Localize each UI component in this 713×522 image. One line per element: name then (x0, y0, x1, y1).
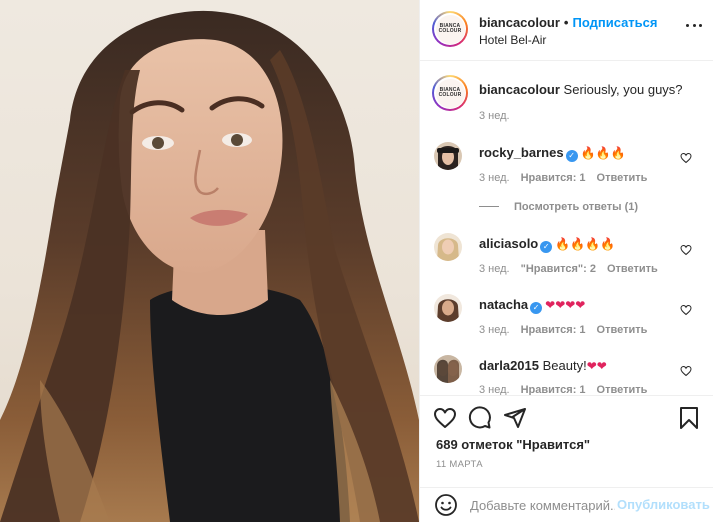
caption-avatar[interactable]: BIANCA COLOUR (432, 75, 468, 111)
commenter-avatar[interactable] (434, 355, 462, 383)
avatar-logo: BIANCA COLOUR (435, 14, 465, 44)
post-location[interactable]: Hotel Bel-Air (479, 33, 546, 47)
more-horizontal-icon[interactable] (686, 22, 702, 28)
comment-like-icon[interactable] (680, 365, 692, 377)
comment-emoji: ❤❤❤❤ (545, 298, 586, 312)
caption-text: biancacolour Seriously, you guys? (479, 82, 683, 97)
comment-item: natacha ✓ ❤❤❤❤ 3 нед. Нравится: 1 Ответить (420, 292, 713, 352)
verified-badge-icon: ✓ (540, 241, 553, 253)
comment-like-icon[interactable] (680, 304, 692, 316)
replies-line (479, 206, 499, 207)
comment-like-icon[interactable] (680, 152, 692, 164)
post-header: BIANCA COLOUR biancacolour • Подписаться H… (420, 0, 713, 61)
avatar-logo: BIANCA COLOUR (435, 78, 465, 108)
comment-meta: 3 нед. Нравится: 1 Ответить (479, 172, 658, 184)
header-user-line: biancacolour • Подписаться (479, 15, 658, 30)
comment-time[interactable]: 3 нед. (479, 172, 510, 184)
comment-body: Beauty! (542, 358, 587, 373)
comment-emoji: 🔥🔥🔥🔥 (555, 237, 616, 251)
post-photo[interactable] (0, 0, 419, 522)
reply-button[interactable]: Ответить (597, 384, 648, 395)
emoji-smile-icon[interactable] (434, 493, 458, 517)
reply-button[interactable]: Ответить (597, 172, 648, 184)
comment-meta: 3 нед. "Нравится": 2 Ответить (479, 263, 669, 275)
verified-badge-icon: ✓ (565, 150, 578, 162)
post-actions: 689 отметок "Нравится" 11 МАРТА (420, 395, 713, 487)
portrait-illustration (0, 10, 419, 522)
post-side-panel: BIANCA COLOUR biancacolour • Подписаться H… (419, 0, 713, 522)
commenter-username[interactable]: aliciasolo (479, 236, 538, 251)
comment-text: rocky_barnes ✓ 🔥🔥🔥 (479, 145, 625, 162)
verified-badge-icon: ✓ (530, 302, 543, 314)
bookmark-icon[interactable] (677, 406, 701, 430)
avatar-frame: BIANCA COLOUR (434, 77, 466, 109)
commenter-username[interactable]: natacha (479, 297, 528, 312)
reply-button[interactable]: Ответить (597, 324, 648, 336)
caption-time[interactable]: 3 нед. (479, 110, 510, 122)
comments-list[interactable]: BIANCA COLOUR biancacolour Seriously, yo… (420, 62, 713, 395)
comment-text: natacha ✓ ❤❤❤❤ (479, 297, 585, 314)
commenter-avatar[interactable] (434, 142, 462, 170)
reply-button[interactable]: Ответить (607, 263, 658, 275)
publish-button[interactable]: Опубликовать (617, 497, 710, 512)
author-avatar[interactable]: BIANCA COLOUR (432, 11, 468, 47)
comment-emoji: 🔥🔥🔥 (580, 146, 626, 160)
separator-dot: • (563, 15, 569, 30)
likes-count[interactable]: 689 отметок "Нравится" (436, 437, 590, 452)
instagram-post: BIANCA COLOUR biancacolour • Подписаться H… (0, 0, 713, 522)
comment-icon[interactable] (468, 406, 492, 430)
caption-body: Seriously, you guys? (563, 82, 683, 97)
comment-meta: 3 нед. Нравится: 1 Ответить (479, 384, 658, 395)
comment-time[interactable]: 3 нед. (479, 263, 510, 275)
commenter-avatar[interactable] (434, 294, 462, 322)
caption-username[interactable]: biancacolour (479, 82, 560, 97)
comment-input[interactable] (470, 495, 615, 515)
view-replies-button[interactable]: Посмотреть ответы (1) (479, 201, 638, 213)
comment-likes-count[interactable]: Нравится: 1 (521, 172, 586, 184)
comment-emoji: ❤❤ (586, 359, 607, 373)
commenter-username[interactable]: rocky_barnes (479, 145, 564, 160)
view-replies-label: Посмотреть ответы (1) (514, 201, 639, 213)
post-date[interactable]: 11 МАРТА (436, 459, 483, 470)
comment-meta: 3 нед. Нравится: 1 Ответить (479, 324, 658, 336)
author-username[interactable]: biancacolour (479, 15, 560, 30)
comment-item: darla2015 Beauty!❤❤ 3 нед. Нравится: 1 Отв… (420, 353, 713, 395)
comment-likes-count[interactable]: Нравится: 1 (521, 384, 586, 395)
comment-time[interactable]: 3 нед. (479, 384, 510, 395)
comment-item: rocky_barnes ✓ 🔥🔥🔥 3 нед. Нравится: 1 Ответи… (420, 140, 713, 213)
comment-text: aliciasolo ✓ 🔥🔥🔥🔥 (479, 236, 615, 253)
comment-like-icon[interactable] (680, 244, 692, 256)
commenter-avatar[interactable] (434, 233, 462, 261)
share-icon[interactable] (503, 406, 527, 430)
comment-time[interactable]: 3 нед. (479, 324, 510, 336)
comment-likes-count[interactable]: "Нравится": 2 (521, 263, 596, 275)
heart-icon[interactable] (433, 406, 457, 430)
add-comment-bar: Опубликовать (420, 487, 713, 522)
comment-item: aliciasolo ✓ 🔥🔥🔥🔥 3 нед. "Нравится": 2 Ответ… (420, 231, 713, 291)
follow-button[interactable]: Подписаться (572, 15, 657, 30)
commenter-username[interactable]: darla2015 (479, 358, 539, 373)
comment-likes-count[interactable]: Нравится: 1 (521, 324, 586, 336)
comment-text: darla2015 Beauty!❤❤ (479, 358, 607, 373)
avatar-frame: BIANCA COLOUR (434, 13, 466, 45)
